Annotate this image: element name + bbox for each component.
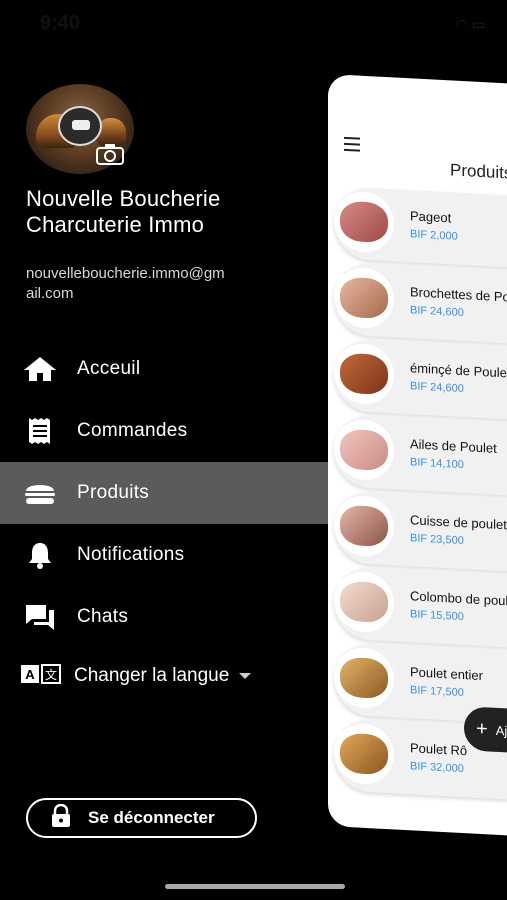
product-row[interactable]: Ailes de Poulet BIF 14,100 [334, 414, 507, 499]
product-price: BIF 23,500 [410, 532, 464, 548]
product-name: éminçé de Poulet [410, 360, 507, 381]
product-thumbnail [334, 646, 394, 710]
product-name: Pageot [410, 208, 452, 226]
status-time: 9:40 [40, 12, 81, 34]
language-selector[interactable]: A文 Changer la langue [20, 660, 252, 692]
product-price: BIF 15,500 [410, 608, 464, 624]
product-row[interactable]: Colombo de poule BIF 15,500 [334, 566, 507, 651]
hamburger-icon[interactable] [344, 136, 360, 156]
receipt-icon [22, 415, 58, 447]
bell-icon [22, 539, 58, 571]
menu-label-commandes: Commandes [77, 420, 188, 441]
svg-text:文: 文 [45, 667, 57, 682]
plus-icon: + [476, 717, 488, 740]
store-logo [58, 106, 102, 146]
product-price: BIF 2,000 [410, 228, 458, 243]
product-row[interactable]: Cuisse de poulet BIF 23,500 [334, 490, 507, 575]
translate-icon: A文 [20, 663, 62, 689]
app-preview[interactable]: Produits Pageot BIF 2,000 Brochettes de … [328, 0, 507, 900]
product-thumbnail [334, 190, 394, 254]
product-row[interactable]: Pageot BIF 2,000 [334, 186, 507, 271]
product-thumbnail [334, 418, 394, 482]
product-thumbnail [334, 494, 394, 558]
logout-label: Se déconnecter [88, 808, 215, 827]
product-name: Colombo de poule [410, 588, 507, 609]
menu-item-chats[interactable]: Chats [0, 586, 328, 648]
home-indicator[interactable] [165, 884, 345, 889]
product-thumbnail [334, 570, 394, 634]
logout-button[interactable]: Se déconnecter [26, 798, 257, 838]
profile-name: Nouvelle Boucherie Charcuterie Immo [26, 186, 221, 237]
lock-icon [50, 803, 72, 833]
product-name: Poulet entier [410, 664, 483, 684]
menu-label-chats: Chats [77, 606, 129, 627]
product-name: Poulet Rô [410, 740, 468, 759]
product-thumbnail [334, 266, 394, 330]
product-price: BIF 24,600 [410, 380, 464, 396]
menu-item-produits[interactable]: Produits [0, 462, 328, 524]
add-product-label: Aj [495, 722, 507, 738]
product-price: BIF 14,100 [410, 456, 464, 472]
product-name: Brochettes de Por [410, 284, 507, 305]
menu-item-commandes[interactable]: Commandes [0, 400, 328, 462]
menu-label-notifications: Notifications [77, 544, 185, 565]
language-label: Changer la langue [74, 665, 230, 686]
product-price: BIF 17,500 [410, 684, 464, 700]
product-name: Ailes de Poulet [410, 436, 497, 456]
profile-email: nouvelleboucherie.immo@gmail.com [26, 265, 225, 302]
chevron-down-icon [239, 673, 252, 679]
product-row[interactable]: Brochettes de Por BIF 24,600 [334, 262, 507, 347]
menu-item-acceuil[interactable]: Acceuil [0, 338, 328, 400]
product-price: BIF 24,600 [410, 304, 464, 320]
product-thumbnail [334, 722, 394, 786]
burger-icon [22, 477, 58, 509]
product-row[interactable]: éminçé de Poulet BIF 24,600 [334, 338, 507, 423]
product-name: Cuisse de poulet [410, 512, 507, 533]
menu-item-notifications[interactable]: Notifications [0, 524, 328, 586]
menu-label-acceuil: Acceuil [77, 358, 141, 379]
svg-text:A: A [25, 667, 35, 682]
product-thumbnail [334, 342, 394, 406]
product-price: BIF 32,000 [410, 760, 464, 776]
preview-title: Produits [450, 160, 507, 183]
menu-label-produits: Produits [77, 482, 150, 503]
camera-icon[interactable] [96, 143, 124, 165]
home-icon [22, 353, 58, 385]
chat-icon [22, 601, 58, 633]
